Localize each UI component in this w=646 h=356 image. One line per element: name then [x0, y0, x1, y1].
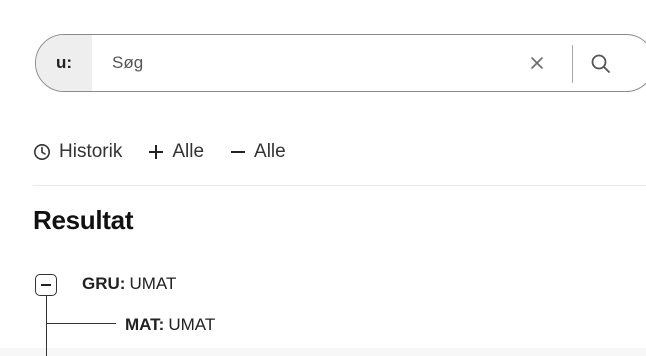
tree-node-key: GRU: [82, 274, 126, 293]
search-icon [591, 54, 610, 73]
search-prefix: u: [36, 35, 92, 91]
search-bar: u: [35, 34, 646, 92]
close-icon [531, 57, 543, 69]
tree-node-mat[interactable]: MAT: UMAT [125, 315, 215, 335]
collapse-all-button[interactable]: Alle [230, 141, 286, 163]
expand-all-label: Alle [172, 141, 205, 162]
tree-node-gru[interactable]: GRU: UMAT [82, 274, 176, 294]
collapse-all-label: Alle [254, 141, 286, 162]
minus-icon [230, 144, 246, 160]
search-panel: u: Historik [0, 0, 646, 356]
results-toolbar: Historik Alle Alle [33, 138, 312, 166]
expand-all-button[interactable]: Alle [148, 141, 204, 163]
clear-search-button[interactable] [523, 49, 551, 77]
tree-collapse-toggle[interactable] [35, 274, 57, 296]
search-divider [572, 45, 573, 83]
plus-icon [148, 144, 164, 160]
search-button[interactable] [585, 48, 617, 80]
tree-node-key: MAT: [125, 315, 165, 334]
search-input[interactable] [110, 52, 504, 74]
tree-connector-vertical [46, 296, 47, 356]
results-heading: Resultat [33, 205, 134, 235]
history-button[interactable]: Historik [33, 141, 122, 163]
history-label: Historik [59, 141, 123, 162]
toolbar-divider [33, 185, 646, 186]
tree-node-value: UMAT [129, 274, 177, 293]
clock-icon [33, 143, 51, 161]
tree-connector-horizontal [46, 323, 116, 324]
tree-node-value: UMAT [168, 315, 216, 334]
minus-box-icon [41, 284, 51, 286]
